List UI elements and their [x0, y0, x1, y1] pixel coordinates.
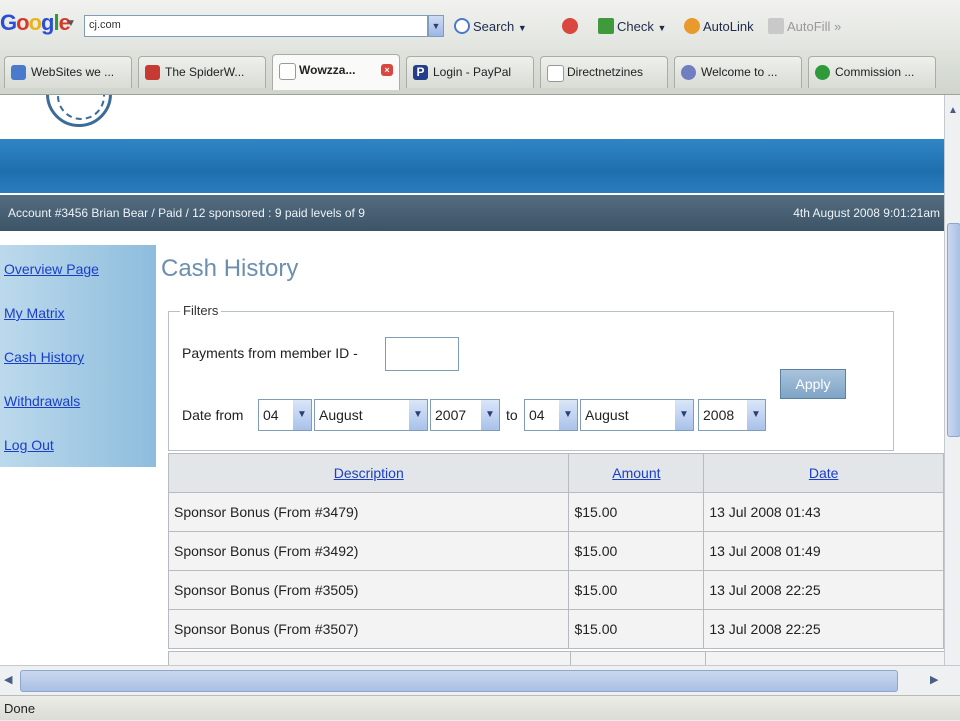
- bookmark-icon: [562, 18, 578, 34]
- from-day-select[interactable]: 04 ▼: [258, 399, 312, 431]
- cell-description: Sponsor Bonus (From #3507): [167, 609, 570, 649]
- tab-wowzza[interactable]: Wowzza... ×: [272, 54, 400, 90]
- column-header-description: Description: [167, 453, 570, 493]
- table-row: Sponsor Bonus (From #3492) $15.00 13 Jul…: [167, 531, 944, 571]
- filters-legend: Filters: [180, 303, 222, 318]
- date-from-label: Date from: [182, 407, 244, 423]
- member-id-input[interactable]: [385, 337, 459, 371]
- horizontal-scroll-thumb[interactable]: [20, 670, 898, 692]
- member-id-label: Payments from member ID -: [182, 345, 358, 361]
- cell-amount: $15.00: [568, 492, 705, 532]
- close-tab-icon[interactable]: ×: [381, 64, 393, 76]
- autolink-icon: [684, 18, 700, 34]
- account-bar: Account #3456 Brian Bear / Paid / 12 spo…: [0, 195, 944, 231]
- tab-paypal[interactable]: P Login - PayPal: [406, 56, 534, 88]
- from-year-select[interactable]: 2007 ▼: [430, 399, 500, 431]
- sidebar-item-cash-history[interactable]: Cash History: [4, 349, 84, 365]
- cell-amount: $15.00: [568, 531, 705, 571]
- cell-description: Sponsor Bonus (From #3505): [167, 570, 570, 610]
- to-month-select[interactable]: August ▼: [580, 399, 694, 431]
- sidebar-nav: Overview Page My Matrix Cash History Wit…: [0, 245, 156, 467]
- account-timestamp: 4th August 2008 9:01:21am: [793, 206, 940, 220]
- table-row: Sponsor Bonus (From #3479) $15.00 13 Jul…: [167, 492, 944, 532]
- commission-icon: [815, 65, 830, 80]
- table-row: Sponsor Bonus (From #3507) $15.00 13 Jul…: [167, 609, 944, 649]
- cell-date: 13 Jul 2008 22:25: [703, 609, 944, 649]
- cell-date: 13 Jul 2008 01:43: [703, 492, 944, 532]
- toolbar-search-input[interactable]: cj.com: [84, 15, 428, 37]
- chevron-down-icon: ▼: [293, 400, 311, 430]
- table-row: Sponsor Bonus (From #3505) $15.00 13 Jul…: [167, 570, 944, 610]
- tab-bar: WebSites we ... The SpiderW... Wowzza...…: [0, 50, 960, 95]
- tab-websites[interactable]: WebSites we ...: [4, 56, 132, 88]
- column-header-amount: Amount: [568, 453, 705, 493]
- chevron-down-icon: ▼: [559, 400, 577, 430]
- from-month-select[interactable]: August ▼: [314, 399, 428, 431]
- chevron-down-icon: ▼: [747, 400, 765, 430]
- to-year-select[interactable]: 2008 ▼: [698, 399, 766, 431]
- autofill-button[interactable]: AutoFill »: [768, 18, 841, 34]
- check-button[interactable]: Check ▼: [598, 18, 666, 34]
- sidebar-item-withdrawals[interactable]: Withdrawals: [4, 393, 80, 409]
- table-row-partial: [168, 651, 944, 665]
- bookmark-button[interactable]: [562, 18, 581, 34]
- cash-history-table: Description Amount Date Sponsor Bonus (F…: [167, 453, 944, 649]
- search-button[interactable]: Search ▼: [454, 18, 527, 34]
- page-icon: [547, 65, 564, 82]
- browser-toolbar: Google ▼ cj.com ▼ Search ▼ Check ▼ AutoL…: [0, 0, 960, 51]
- autofill-icon: [768, 18, 784, 34]
- horizontal-scrollbar[interactable]: ◀ ▶: [0, 665, 960, 696]
- vertical-scroll-thumb[interactable]: [947, 223, 960, 437]
- cell-amount: $15.00: [568, 570, 705, 610]
- check-icon: [598, 18, 614, 34]
- chevron-down-icon[interactable]: ▼: [66, 18, 76, 29]
- status-text: Done: [4, 701, 36, 716]
- scroll-up-icon[interactable]: ▲: [948, 105, 958, 116]
- apply-button[interactable]: Apply: [780, 369, 846, 399]
- tab-welcome[interactable]: Welcome to ...: [674, 56, 802, 88]
- search-icon: [454, 18, 470, 34]
- sort-date-link[interactable]: Date: [809, 465, 839, 481]
- search-dropdown-button[interactable]: ▼: [428, 15, 444, 37]
- site-logo: [46, 95, 112, 127]
- chevron-down-icon: ▼: [481, 400, 499, 430]
- status-bar: Done: [0, 695, 960, 720]
- page-icon: [11, 65, 26, 80]
- google-logo: Google: [0, 10, 71, 35]
- tab-directnetzines[interactable]: Directnetzines: [540, 56, 668, 88]
- sidebar-item-log-out[interactable]: Log Out: [4, 437, 54, 453]
- sidebar-item-my-matrix[interactable]: My Matrix: [4, 305, 65, 321]
- scroll-left-icon[interactable]: ◀: [4, 673, 12, 686]
- cell-description: Sponsor Bonus (From #3479): [167, 492, 570, 532]
- chevron-down-icon: ▼: [409, 400, 427, 430]
- cell-date: 13 Jul 2008 22:25: [703, 570, 944, 610]
- tab-commission[interactable]: Commission ...: [808, 56, 936, 88]
- table-header-row: Description Amount Date: [167, 453, 944, 493]
- paypal-icon: P: [413, 65, 428, 80]
- tab-spiderweb[interactable]: The SpiderW...: [138, 56, 266, 88]
- cell-date: 13 Jul 2008 01:49: [703, 531, 944, 571]
- column-header-date: Date: [703, 453, 944, 493]
- web-page: Account #3456 Brian Bear / Paid / 12 spo…: [0, 95, 944, 665]
- header-banner: [0, 139, 944, 193]
- vertical-scrollbar[interactable]: ▲: [944, 95, 960, 665]
- page-title: Cash History: [161, 255, 299, 282]
- sidebar-item-overview[interactable]: Overview Page: [4, 261, 99, 277]
- sort-amount-link[interactable]: Amount: [612, 465, 660, 481]
- spider-icon: [145, 65, 160, 80]
- cell-description: Sponsor Bonus (From #3492): [167, 531, 570, 571]
- cell-amount: $15.00: [568, 609, 705, 649]
- user-icon: [681, 65, 696, 80]
- to-day-select[interactable]: 04 ▼: [524, 399, 578, 431]
- to-label: to: [506, 407, 518, 423]
- chevron-down-icon: ▼: [675, 400, 693, 430]
- scroll-right-icon[interactable]: ▶: [930, 673, 938, 686]
- sort-description-link[interactable]: Description: [334, 465, 404, 481]
- page-icon: [279, 63, 296, 80]
- account-info: Account #3456 Brian Bear / Paid / 12 spo…: [8, 206, 365, 220]
- autolink-button[interactable]: AutoLink: [684, 18, 754, 34]
